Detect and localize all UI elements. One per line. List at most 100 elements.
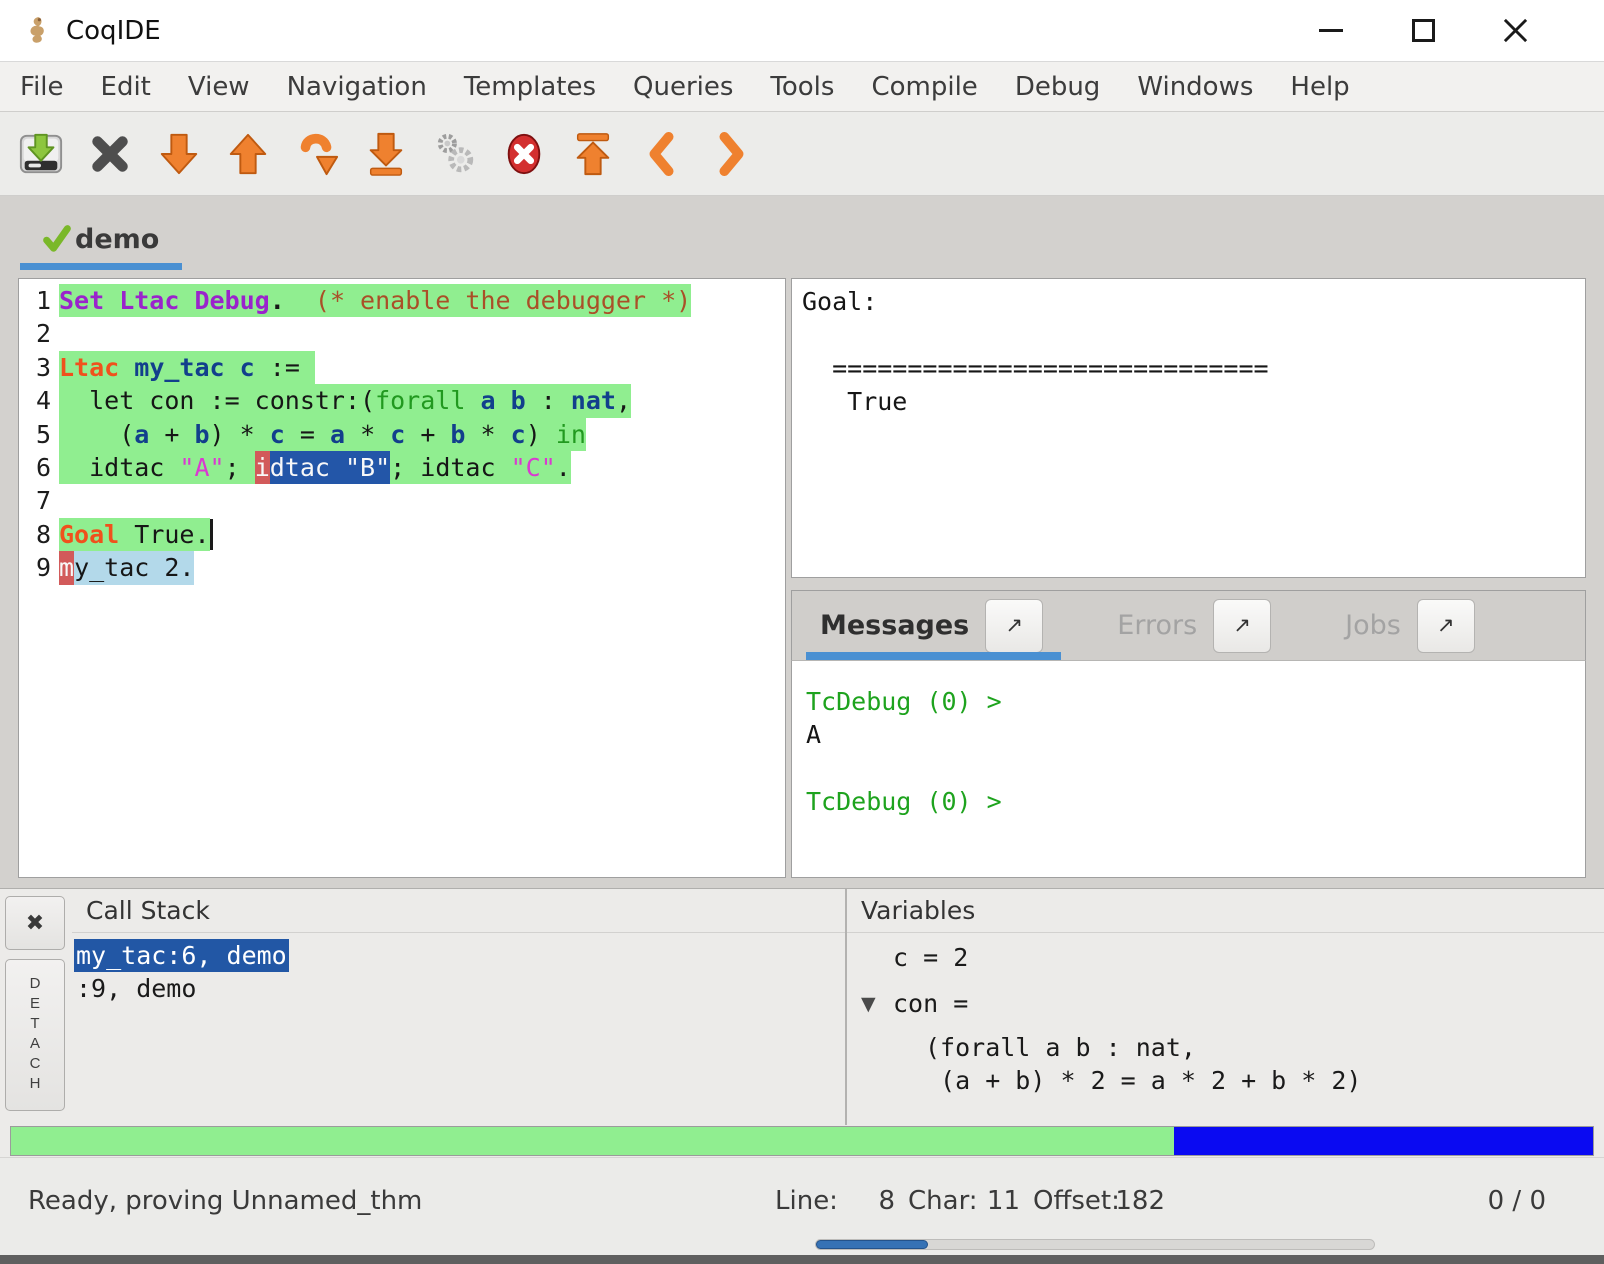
- variables-title: Variables: [847, 889, 1604, 933]
- progress-row: [0, 1125, 1604, 1157]
- code-segment: m: [59, 551, 74, 584]
- code-segment: =: [285, 418, 330, 451]
- maximize-icon: [1412, 19, 1435, 42]
- message-line: TcDebug (0) >: [806, 685, 1585, 718]
- toolbar-restart-button[interactable]: [568, 126, 618, 182]
- variable-label: c = 2: [893, 943, 968, 972]
- code-segment: +: [149, 418, 194, 451]
- menu-navigation[interactable]: Navigation: [285, 70, 429, 104]
- debugger-close-button[interactable]: ✖: [5, 896, 65, 950]
- code-text: Goal True.: [59, 518, 213, 551]
- code-segment: ;: [225, 451, 255, 484]
- toolbar-previous-occurrence-button[interactable]: [637, 126, 687, 182]
- toolbar-go-to-cursor-button[interactable]: [292, 126, 342, 182]
- call-stack-frame[interactable]: my_tac:6, demo: [74, 939, 289, 972]
- code-line[interactable]: 9my_tac 2.: [19, 551, 785, 584]
- arrow-down-line-icon: [363, 131, 409, 177]
- menu-windows[interactable]: Windows: [1135, 70, 1255, 104]
- code-line[interactable]: 7: [19, 484, 785, 517]
- detach-arrow-icon: ↗: [1005, 614, 1023, 637]
- tab-demo[interactable]: demo: [20, 196, 182, 270]
- minimize-button[interactable]: [1314, 14, 1348, 48]
- status-line-value: 8: [855, 1186, 895, 1216]
- script-editor[interactable]: 1Set Ltac Debug. (* enable the debugger …: [18, 278, 786, 878]
- menu-templates[interactable]: Templates: [462, 70, 598, 104]
- menu-debug[interactable]: Debug: [1013, 70, 1103, 104]
- code-segment: Set Ltac Debug: [59, 284, 270, 317]
- toolbar-backward-one-command-button[interactable]: [223, 126, 273, 182]
- call-stack-frame[interactable]: :9, demo: [74, 972, 198, 1005]
- gears-icon: [432, 131, 478, 177]
- pane-splitter[interactable]: [791, 578, 1586, 590]
- status-slider[interactable]: [815, 1239, 1375, 1250]
- menu-compile[interactable]: Compile: [869, 70, 979, 104]
- status-ready-text: Ready, proving Unnamed_thm: [28, 1186, 422, 1216]
- goal-panel[interactable]: Goal: ============================= True: [791, 278, 1586, 578]
- checkmark-icon: [42, 224, 72, 254]
- status-counter: 0 / 0: [1488, 1186, 1546, 1216]
- maximize-button[interactable]: [1406, 14, 1440, 48]
- toolbar-close-doc-button[interactable]: [85, 126, 135, 182]
- line-number: 1: [19, 284, 59, 317]
- line-number: 6: [19, 451, 59, 484]
- code-line[interactable]: 2: [19, 317, 785, 350]
- close-button[interactable]: [1498, 14, 1532, 48]
- code-segment: [496, 384, 511, 417]
- code-line[interactable]: 3Ltac my_tac c :=: [19, 351, 785, 384]
- menu-queries[interactable]: Queries: [631, 70, 735, 104]
- detach-messages-button[interactable]: ↗: [985, 599, 1043, 653]
- code-text: Set Ltac Debug. (* enable the debugger *…: [59, 284, 691, 317]
- code-text: Ltac my_tac c :=: [59, 351, 315, 384]
- code-segment: in: [556, 418, 586, 451]
- tab-jobs[interactable]: Jobs ↗: [1341, 591, 1479, 660]
- code-line[interactable]: 5 (a + b) * c = a * c + b * c) in: [19, 418, 785, 451]
- code-segment: let con := constr:(: [59, 384, 375, 417]
- status-offset-value: 182: [1103, 1186, 1165, 1216]
- line-number: 5: [19, 418, 59, 451]
- menu-file[interactable]: File: [18, 70, 66, 104]
- messages-content[interactable]: TcDebug (0) >ATcDebug (0) >: [791, 660, 1586, 878]
- toolbar-fully-check-document-button[interactable]: [430, 126, 480, 182]
- code-segment: "A": [179, 451, 224, 484]
- code-segment: True.: [119, 518, 209, 551]
- toolbar-next-occurrence-button[interactable]: [706, 126, 756, 182]
- arrow-curve-down-icon: [294, 131, 340, 177]
- code-text: my_tac 2.: [59, 551, 194, 584]
- code-text: (a + b) * c = a * c + b * c) in: [59, 418, 586, 451]
- line-number: 7: [19, 484, 59, 517]
- tab-jobs-label: Jobs: [1345, 610, 1401, 641]
- code-line[interactable]: 1Set Ltac Debug. (* enable the debugger …: [19, 284, 785, 317]
- detach-arrow-icon: ↗: [1233, 614, 1251, 637]
- menu-tools[interactable]: Tools: [768, 70, 836, 104]
- code-segment: a: [134, 418, 149, 451]
- code-line[interactable]: 6 idtac "A"; idtac "B"; idtac "C".: [19, 451, 785, 484]
- toolbar-interrupt-button[interactable]: [499, 126, 549, 182]
- coq-logo-icon: [24, 13, 52, 49]
- detach-jobs-button[interactable]: ↗: [1417, 599, 1475, 653]
- status-line-label: Line:: [775, 1186, 838, 1216]
- variable-entry: c = 2: [847, 941, 1604, 974]
- code-line[interactable]: 4 let con := constr:(forall a b : nat,: [19, 384, 785, 417]
- progress-bar: [10, 1126, 1594, 1156]
- active-tab-indicator: [20, 263, 182, 270]
- tab-messages[interactable]: Messages↗: [816, 591, 1047, 660]
- variable-entry: ▼con =: [847, 987, 1604, 1020]
- slider-thumb[interactable]: [816, 1240, 928, 1249]
- variable-entry: (forall a b : nat,: [847, 1031, 1604, 1064]
- tab-bar: demo: [0, 196, 1604, 270]
- code-text: let con := constr:(forall a b : nat,: [59, 384, 631, 417]
- menu-edit[interactable]: Edit: [99, 70, 153, 104]
- code-line[interactable]: 8Goal True.: [19, 518, 785, 551]
- coqide-window: CoqIDE FileEditViewNavigationTemplatesQu…: [0, 0, 1604, 1264]
- chevron-left-icon: [639, 131, 685, 177]
- detach-button[interactable]: DETACH: [5, 959, 65, 1111]
- menu-view[interactable]: View: [186, 70, 252, 104]
- toolbar-go-to-end-button[interactable]: [361, 126, 411, 182]
- detach-errors-button[interactable]: ↗: [1213, 599, 1271, 653]
- expander-triangle-icon[interactable]: ▼: [861, 988, 876, 1021]
- tab-errors[interactable]: Errors↗: [1113, 591, 1275, 660]
- toolbar-save-button[interactable]: [16, 126, 66, 182]
- code-segment: [119, 351, 134, 384]
- toolbar-forward-one-command-button[interactable]: [154, 126, 204, 182]
- menu-help[interactable]: Help: [1288, 70, 1351, 104]
